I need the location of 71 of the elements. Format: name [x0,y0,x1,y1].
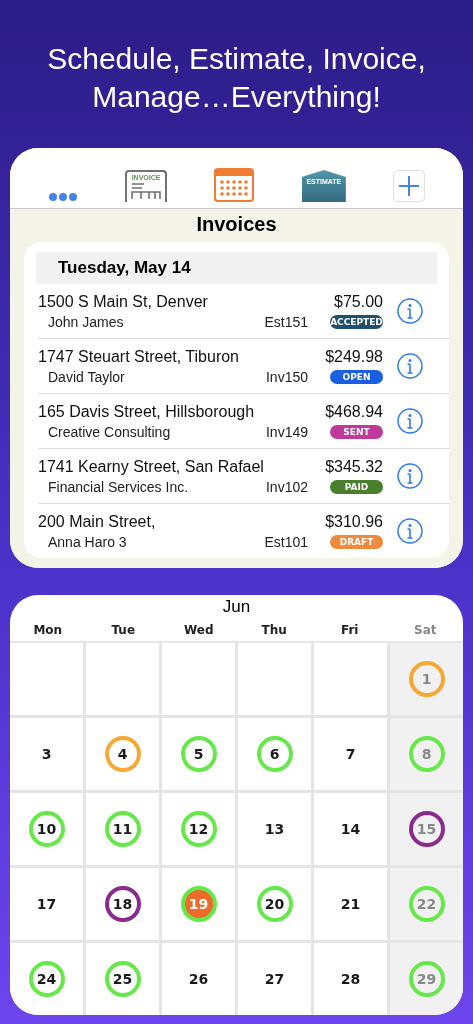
client-name: John James [48,313,124,330]
calendar-day[interactable]: 20 [256,886,293,922]
amount: $75.00 [334,293,383,311]
calendar-day[interactable]: 24 [28,961,65,997]
amount: $345.32 [325,458,383,476]
info-button[interactable] [397,353,423,379]
calendar-day[interactable]: 14 [332,811,369,847]
section-header: Tuesday, May 14 [36,252,437,284]
document-number: Inv150 [265,368,308,385]
info-button[interactable] [397,408,423,434]
headline: Schedule, Estimate, Invoice, Manage…Everything! [46,41,427,115]
invoice-row[interactable]: 1741 Kearny Street, San Rafael Financial Services Inc. Inv102 $345.32 PAID [38,449,449,504]
list-title: Invoices [196,213,277,236]
address: 1741 Kearny Street, San Rafael [38,457,265,476]
status-badge: ACCEPTED [330,315,383,329]
weekday-label: Thu [260,622,288,637]
calendar-day[interactable]: 26 [180,961,217,997]
amount: $310.96 [325,513,383,531]
amount: $249.98 [325,348,383,366]
form-lines-icon [129,181,164,199]
calendar-day[interactable]: 21 [332,886,369,922]
calendar-day[interactable]: 7 [332,736,369,772]
document-number: Est101 [264,533,308,550]
weekday-label: Mon [32,622,64,637]
calendar-day[interactable]: 12 [180,811,217,847]
address: 1747 Steuart Street, Tiburon [38,347,240,366]
calendar-button[interactable] [214,168,255,202]
amount: $468.94 [325,403,383,421]
client-name: Creative Consulting [48,423,171,440]
calendar-day[interactable]: 27 [256,961,293,997]
calendar-icon [214,168,255,202]
document-number: Inv102 [265,478,308,495]
calendar-day[interactable]: 6 [256,736,293,772]
invoice-row[interactable]: 1747 Steuart Street, Tiburon David Taylor Inv150 $249.98 OPEN [38,339,449,394]
info-button[interactable] [397,463,423,489]
more-button[interactable] [47,192,78,202]
info-button[interactable] [397,298,423,324]
invoice-row[interactable]: 1500 S Main St, Denver John James Est151 $75.00 ACCEPTED [38,284,449,339]
address: 1500 S Main St, Denver [38,292,209,311]
weekday-label: Wed [182,622,215,637]
invoice-row[interactable]: 165 Davis Street, Hillsborough Creative Consulting Inv149 $468.94 SENT [38,394,449,449]
status-badge: DRAFT [330,535,383,549]
calendar-day[interactable]: 3 [28,736,65,772]
weekday-label: Fri [340,622,360,637]
client-name: Anna Haro 3 [48,533,127,550]
info-button[interactable] [397,518,423,544]
client-name: Financial Services Inc. [48,478,189,495]
weekday-label: Sat [413,622,438,637]
calendar-day[interactable]: 5 [180,736,217,772]
address: 165 Davis Street, Hillsborough [38,402,256,421]
calendar-day[interactable]: 11 [104,811,141,847]
more-icon [47,192,78,202]
status-badge: PAID [330,480,383,494]
status-badge: SENT [330,425,383,439]
calendar-day[interactable]: 28 [332,961,369,997]
calendar-day[interactable]: 18 [104,886,141,922]
add-button[interactable] [393,170,426,202]
client-name: David Taylor [48,368,125,385]
add-icon [393,170,426,202]
calendar-day[interactable]: 25 [104,961,141,997]
calendar-day[interactable]: 17 [28,886,65,922]
calendar-day[interactable]: 4 [104,736,141,772]
invoice-row[interactable]: 200 Main Street, Anna Haro 3 Est101 $310.96 DRAFT [38,504,449,558]
address: 200 Main Street, [38,512,157,531]
status-badge: OPEN [330,370,383,384]
weekday-label: Tue [110,622,137,637]
calendar-day[interactable]: 13 [256,811,293,847]
document-number: Inv149 [265,423,308,440]
calendar-day[interactable]: 10 [28,811,65,847]
document-number: Est151 [264,313,308,330]
month-title: Jun [221,596,252,617]
